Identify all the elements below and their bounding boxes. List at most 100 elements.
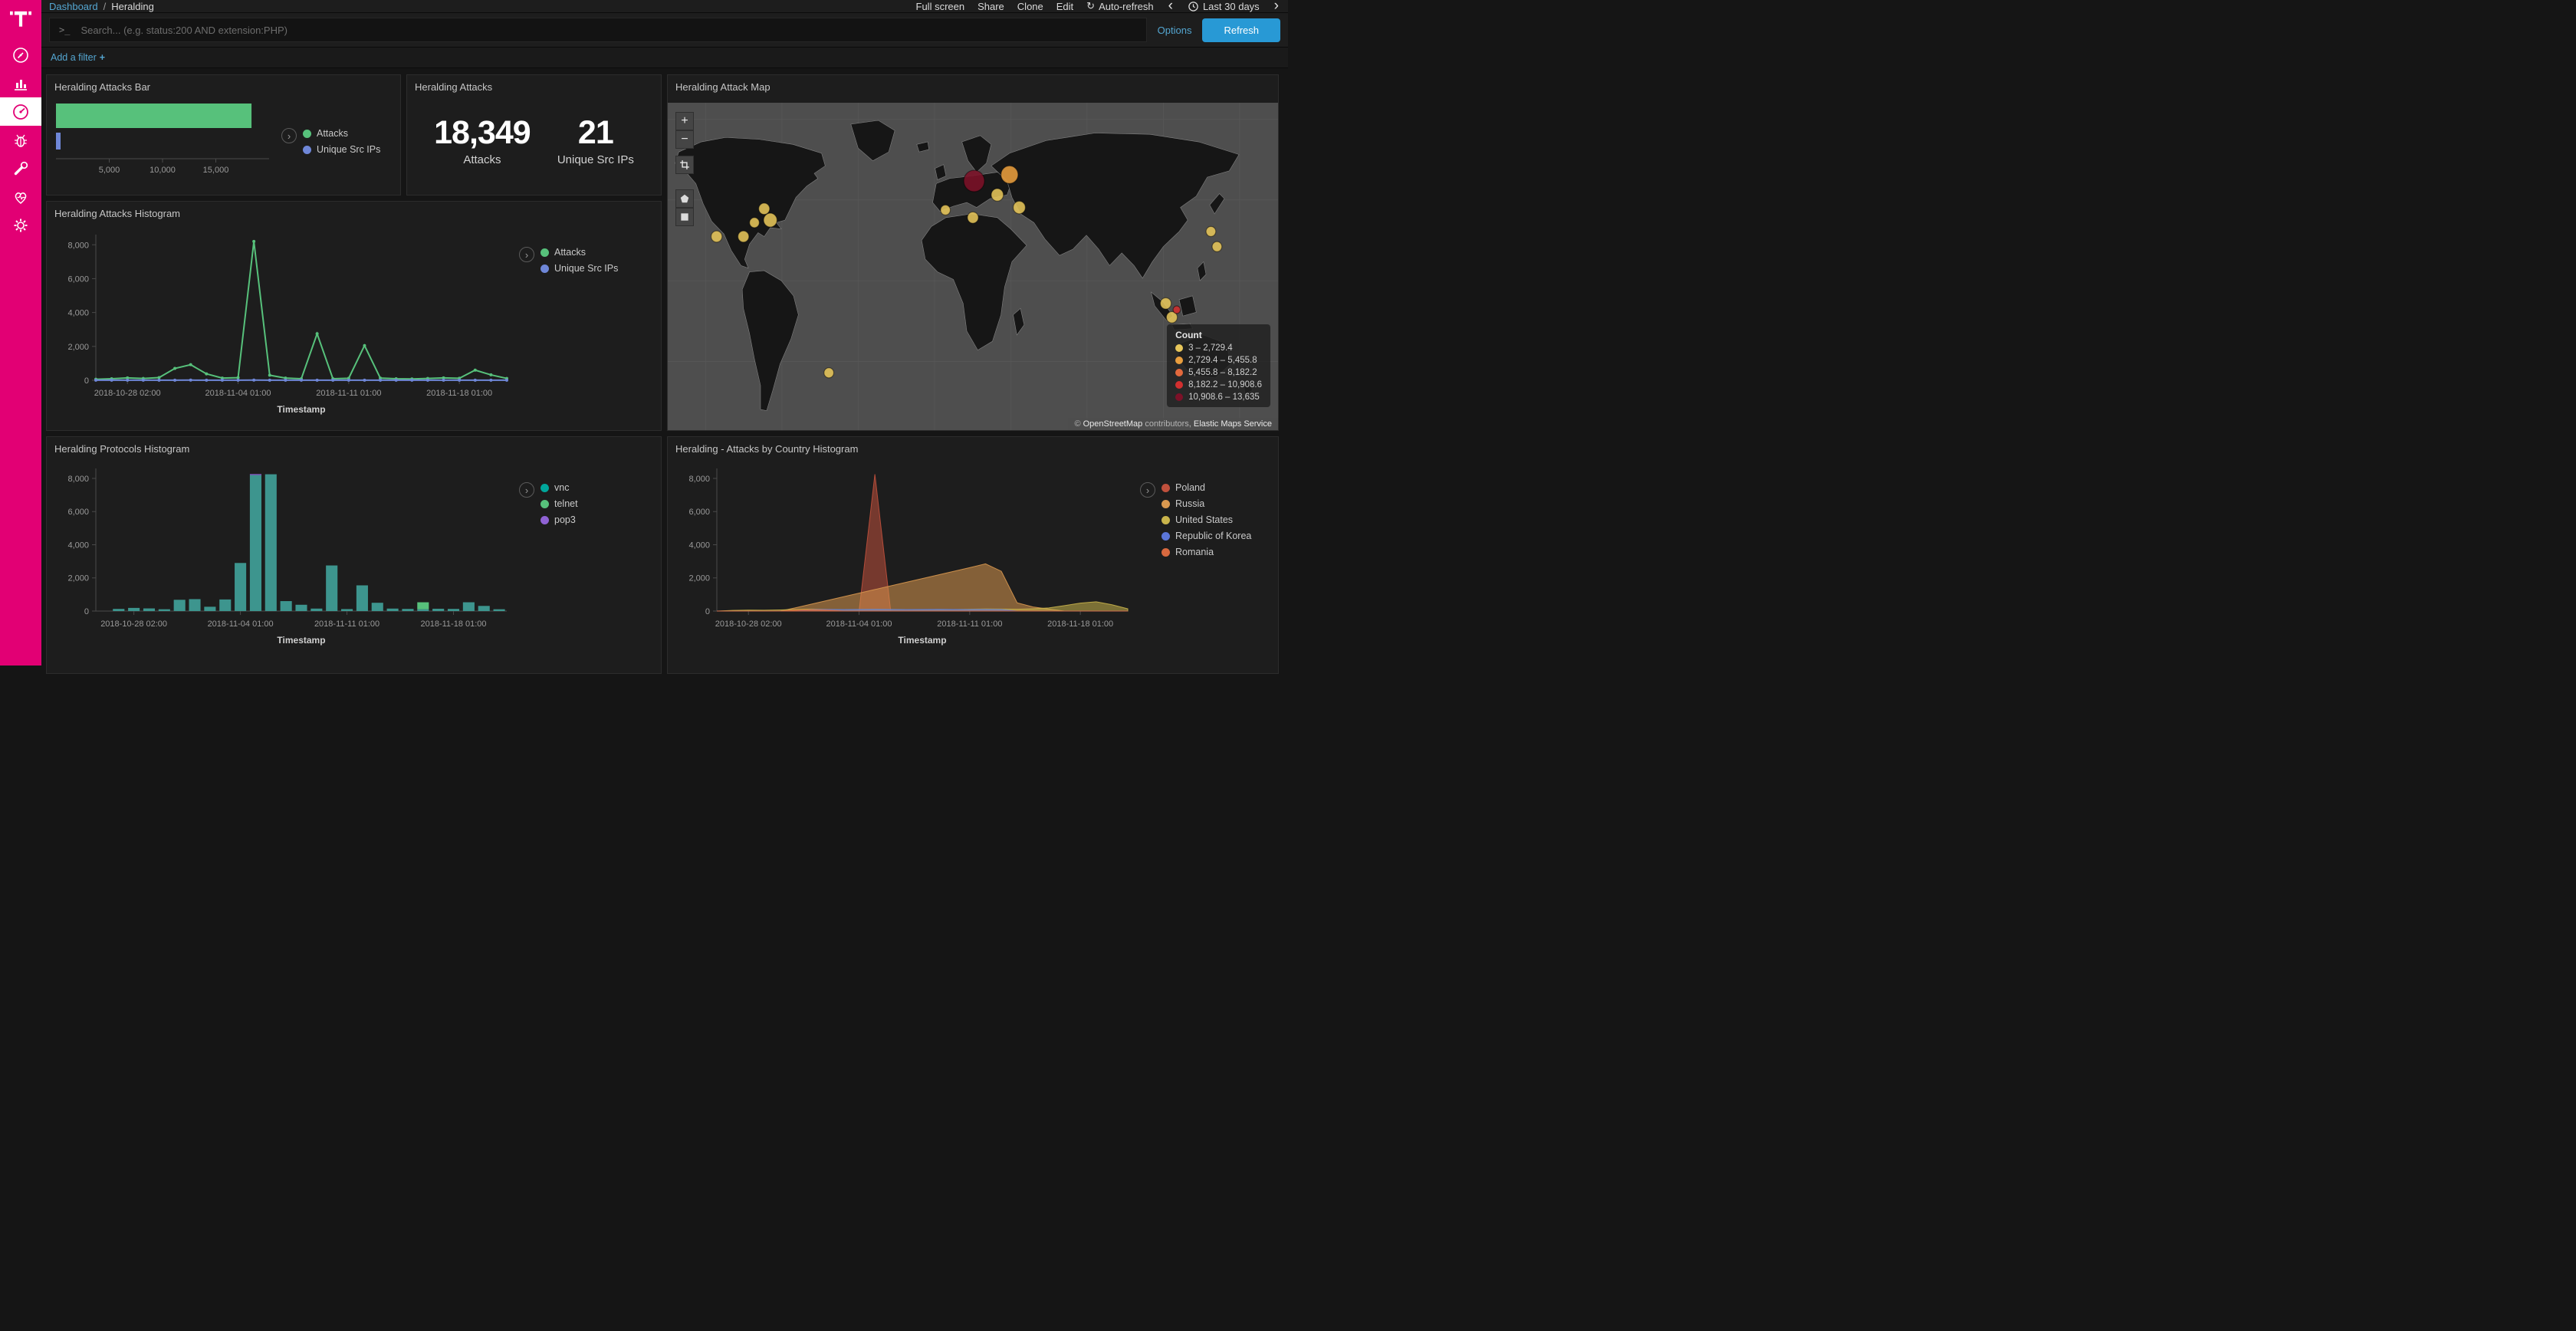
map-marker[interactable] [991, 189, 1004, 201]
map-marker[interactable] [1001, 166, 1018, 183]
sidebar-item-dashboard[interactable] [0, 97, 41, 126]
svg-text:5,000: 5,000 [99, 166, 120, 175]
map-marker[interactable] [1014, 201, 1026, 213]
legend-item[interactable]: pop3 [540, 514, 578, 525]
map-marker[interactable] [759, 203, 770, 215]
map-marker[interactable] [1160, 297, 1171, 309]
map-marker[interactable] [1173, 306, 1181, 314]
map-legend-item[interactable]: 8,182.2 – 10,908.6 [1175, 380, 1262, 389]
legend-color-dot [1175, 369, 1183, 376]
map-area[interactable]: + − [668, 103, 1278, 430]
svg-text:2018-11-18 01:00: 2018-11-18 01:00 [1047, 619, 1113, 629]
legend-item[interactable]: Poland [1162, 482, 1251, 493]
rectangle-tool-button[interactable] [675, 208, 694, 226]
time-back-chevron-icon[interactable]: ‹ [1167, 1, 1175, 12]
breadcrumb-dashboard-link[interactable]: Dashboard [49, 1, 98, 12]
map-marker[interactable] [738, 231, 749, 242]
zoom-out-button[interactable]: − [675, 130, 694, 149]
map-legend-item[interactable]: 2,729.4 – 5,455.8 [1175, 356, 1262, 365]
attacks-histogram-chart[interactable]: 02,0004,0006,0008,0002018-10-28 02:00201… [51, 222, 519, 422]
crop-tool-button[interactable] [675, 156, 694, 174]
clone-button[interactable]: Clone [1017, 1, 1043, 12]
polygon-tool-button[interactable] [675, 189, 694, 208]
map-marker[interactable] [941, 205, 951, 215]
svg-text:2018-11-11 01:00: 2018-11-11 01:00 [937, 619, 1002, 629]
search-input-container[interactable]: >_ [49, 18, 1147, 42]
map-marker[interactable] [750, 218, 760, 228]
legend-item[interactable]: Russia [1162, 498, 1251, 509]
legend-color-dot [1162, 516, 1170, 524]
attacks-bar-legend: Attacks Unique Src IPs [303, 128, 380, 155]
map-marker[interactable] [964, 170, 984, 192]
sidebar-item-settings[interactable] [0, 211, 41, 239]
map-legend-item[interactable]: 5,455.8 – 8,182.2 [1175, 368, 1262, 377]
legend-item[interactable]: Republic of Korea [1162, 531, 1251, 541]
legend-toggle-icon[interactable]: › [519, 482, 534, 498]
metric: 18,349Attacks [434, 116, 531, 166]
legend-item[interactable]: telnet [540, 498, 578, 509]
map-marker[interactable] [1206, 226, 1216, 236]
legend-item[interactable]: Attacks [303, 128, 380, 139]
protocols-histogram-chart[interactable]: 02,0004,0006,0008,0002018-10-28 02:00201… [51, 458, 519, 651]
share-button[interactable]: Share [978, 1, 1004, 12]
panel-heralding-attacks-metric: Heralding Attacks 18,349Attacks21Unique … [406, 74, 662, 196]
options-link[interactable]: Options [1158, 25, 1192, 36]
legend-item[interactable]: Unique Src IPs [540, 263, 618, 274]
panel-title: Heralding Attacks Histogram [47, 202, 661, 221]
map-legend-item[interactable]: 3 – 2,729.4 [1175, 343, 1262, 353]
map-marker[interactable] [1212, 242, 1222, 251]
map-marker[interactable] [764, 213, 777, 227]
edit-button[interactable]: Edit [1056, 1, 1073, 12]
legend-item[interactable]: United States [1162, 514, 1251, 525]
search-input[interactable] [79, 24, 1136, 37]
svg-text:8,000: 8,000 [67, 241, 89, 250]
legend-item[interactable]: vnc [540, 482, 578, 493]
country-histogram-legend: Poland Russia United States Republic of Kor… [1162, 482, 1251, 557]
sidebar-item-tools[interactable] [0, 154, 41, 182]
sidebar-item-health[interactable] [0, 182, 41, 211]
legend-item[interactable]: Unique Src IPs [303, 144, 380, 155]
legend-color-dot [540, 516, 549, 524]
sidebar-item-visualize[interactable] [0, 69, 41, 97]
legend-item[interactable]: Romania [1162, 547, 1251, 557]
country-histogram-chart[interactable]: 02,0004,0006,0008,0002018-10-28 02:00201… [672, 458, 1140, 651]
metric-label: Unique Src IPs [557, 153, 634, 166]
legend-color-dot [1162, 532, 1170, 541]
refresh-button[interactable]: Refresh [1202, 18, 1280, 42]
svg-text:10,000: 10,000 [150, 166, 176, 175]
sidebar-item-security[interactable] [0, 126, 41, 154]
svg-text:2018-10-28 02:00: 2018-10-28 02:00 [100, 619, 167, 629]
svg-text:2018-11-04 01:00: 2018-11-04 01:00 [208, 619, 274, 629]
contributors-text: contributors, [1142, 419, 1194, 429]
auto-refresh-button[interactable]: ↻ Auto-refresh [1086, 0, 1153, 12]
time-forward-chevron-icon[interactable]: › [1273, 1, 1280, 12]
add-filter-link[interactable]: Add a filter+ [51, 52, 105, 63]
elastic-maps-link[interactable]: Elastic Maps Service [1194, 419, 1272, 429]
legend-toggle-icon[interactable]: › [281, 128, 297, 143]
map-legend-item[interactable]: 10,908.6 – 13,635 [1175, 393, 1262, 402]
panel-title: Heralding Attack Map [668, 75, 1278, 94]
legend-item[interactable]: Attacks [540, 247, 618, 258]
map-marker[interactable] [711, 231, 722, 242]
svg-text:Timestamp: Timestamp [277, 635, 325, 646]
map-marker[interactable] [968, 212, 978, 223]
legend-toggle-icon[interactable]: › [1140, 482, 1155, 498]
panel-title: Heralding Attacks Bar [47, 75, 400, 94]
sidebar-item-discover[interactable] [0, 41, 41, 69]
legend-toggle-icon[interactable]: › [519, 247, 534, 262]
svg-text:2018-10-28 02:00: 2018-10-28 02:00 [715, 619, 782, 629]
map-marker[interactable] [824, 368, 834, 378]
svg-text:2018-10-28 02:00: 2018-10-28 02:00 [94, 389, 161, 398]
telekom-t-icon [10, 7, 31, 28]
telekom-logo[interactable] [10, 7, 31, 28]
svg-text:4,000: 4,000 [67, 541, 89, 550]
legend-label: Unique Src IPs [317, 144, 380, 155]
bug-icon [12, 131, 30, 150]
zoom-in-button[interactable]: + [675, 112, 694, 130]
openstreetmap-link[interactable]: OpenStreetMap [1083, 419, 1143, 429]
full-screen-button[interactable]: Full screen [916, 1, 965, 12]
attacks-bar-chart[interactable]: 5,00010,00015,000 [51, 96, 281, 186]
time-range-picker[interactable]: Last 30 days [1188, 1, 1260, 12]
legend-color-dot [1162, 500, 1170, 508]
filter-bar: Add a filter+ [41, 48, 1288, 68]
